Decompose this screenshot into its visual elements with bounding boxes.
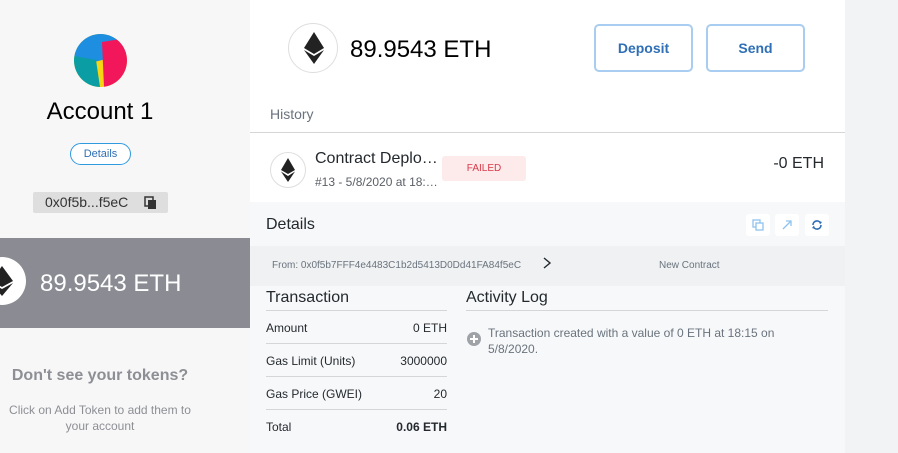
detail-label: Amount: [266, 321, 308, 335]
copy-icon: [752, 219, 764, 231]
details-heading: Details: [266, 216, 315, 233]
from-to-row: From: 0x0f5b7FFF4e4483C1b2d5413D0Dd41FA8…: [250, 246, 845, 286]
account-address-text: 0x0f5b...f5eC: [45, 194, 129, 210]
sidebar-balance-band[interactable]: 89.9543 ETH: [0, 238, 250, 328]
main-panel: 89.9543 ETH Deposit Send History Contrac…: [250, 0, 845, 453]
account-name: Account 1: [46, 98, 154, 125]
activity-log-heading: Activity Log: [466, 289, 548, 306]
detail-value: 20: [433, 387, 447, 401]
no-tokens-title: Don't see your tokens?: [11, 367, 189, 384]
main-balance: 89.9543 ETH: [350, 36, 492, 63]
history-heading: History: [270, 106, 314, 122]
ethereum-logo-icon: [0, 257, 26, 305]
copy-icon[interactable]: [144, 195, 158, 209]
detail-row-gas-price: Gas Price (GWEI) 20: [266, 377, 447, 410]
detail-value: 0.06 ETH: [396, 420, 447, 434]
divider: [466, 310, 828, 311]
account-sidebar: Account 1 Details 0x0f5b...f5eC 89.9543 …: [0, 0, 250, 453]
detail-label: Gas Price (GWEI): [266, 387, 363, 401]
open-explorer-button[interactable]: [775, 214, 799, 236]
detail-value: 3000000: [400, 354, 447, 368]
deposit-button[interactable]: Deposit: [594, 24, 693, 72]
detail-value: 0 ETH: [412, 321, 447, 335]
background-gutter: [845, 0, 898, 453]
copy-tx-button[interactable]: [746, 214, 770, 236]
status-badge: FAILED: [442, 156, 526, 181]
detail-row-amount: Amount 0 ETH: [266, 311, 447, 344]
chevron-right-icon: [543, 257, 552, 269]
sidebar-balance: 89.9543 ETH: [40, 270, 182, 297]
ethereum-logo-icon: [288, 23, 338, 73]
no-tokens-description: Click on Add Token to add them to your a…: [9, 403, 191, 433]
detail-row-total: Total 0.06 ETH: [266, 410, 447, 443]
account-avatar[interactable]: [74, 34, 127, 87]
from-address[interactable]: From: 0x0f5b7FFF4e4483C1b2d5413D0Dd41FA8…: [272, 260, 534, 271]
ethereum-logo-icon: [270, 152, 306, 188]
retry-button[interactable]: [805, 214, 829, 236]
detail-label: Total: [266, 420, 292, 434]
detail-row-gas-limit: Gas Limit (Units) 3000000: [266, 344, 447, 377]
external-link-icon: [782, 220, 792, 230]
transaction-subtitle: #13 - 5/8/2020 at 18:15: [315, 175, 439, 189]
divider: [250, 132, 845, 133]
account-address[interactable]: 0x0f5b...f5eC: [33, 192, 168, 213]
activity-log-entry: Transaction created with a value of 0 ET…: [488, 326, 775, 356]
detail-label: Gas Limit (Units): [266, 354, 356, 368]
refresh-icon: [812, 220, 822, 230]
account-details-button[interactable]: Details: [70, 143, 131, 165]
plus-circle-icon: [467, 332, 481, 346]
transaction-title[interactable]: Contract Deployment: [315, 150, 443, 168]
transaction-heading: Transaction: [266, 289, 349, 306]
send-button[interactable]: Send: [706, 24, 805, 72]
to-address: New Contract: [659, 260, 720, 271]
transaction-details: Details From: 0x0f5b7FFF4e4483C1b2d5413D…: [250, 202, 845, 453]
transaction-amount: -0 ETH: [773, 155, 824, 172]
